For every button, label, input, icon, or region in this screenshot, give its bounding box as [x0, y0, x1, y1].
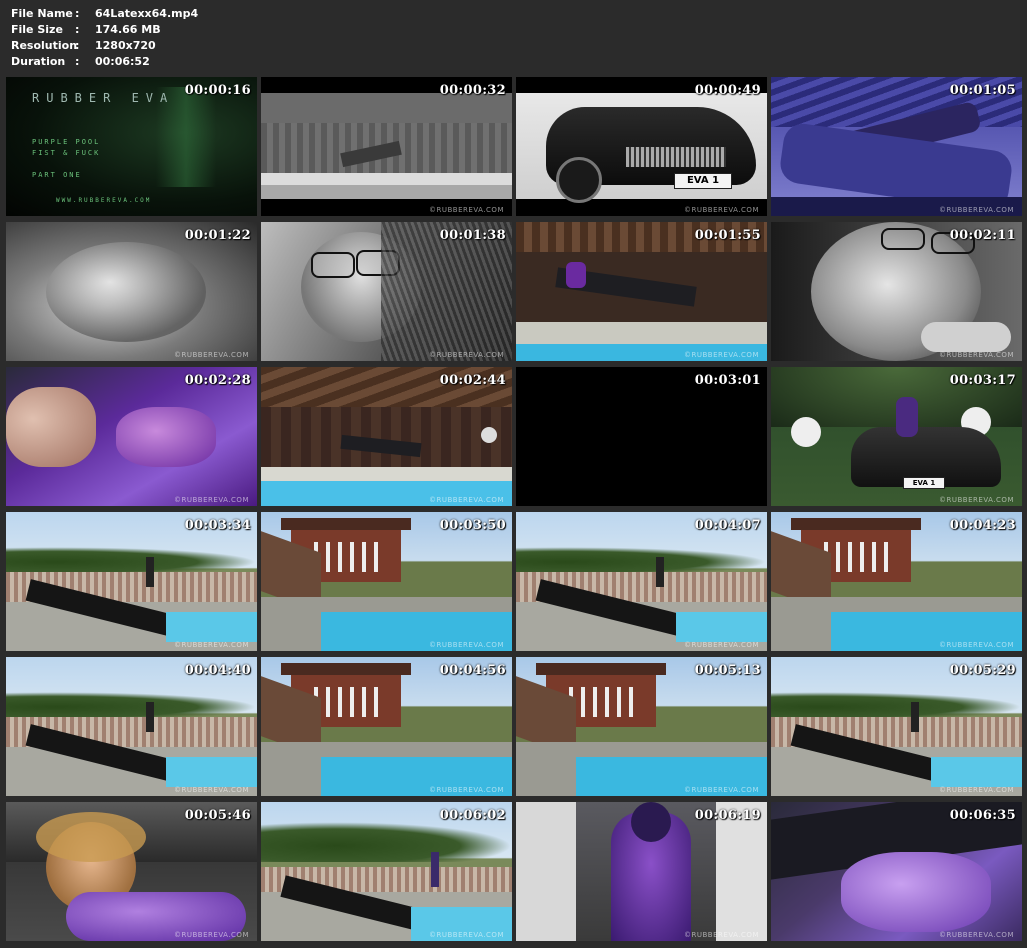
- separator: :: [75, 23, 80, 36]
- watermark: ©RUBBEREVA.COM: [939, 496, 1014, 504]
- file-info-panel: File Name : 64Latexx64.mp4 File Size : 1…: [11, 6, 198, 70]
- timestamp-label: 00:02:44: [439, 373, 506, 388]
- watermark: ©RUBBEREVA.COM: [174, 786, 249, 794]
- video-thumbnail: EVA 1 00:00:49 ©RUBBEREVA.COM: [516, 77, 767, 216]
- timestamp-label: 00:02:11: [949, 228, 1016, 243]
- timestamp-label: 00:02:28: [184, 373, 251, 388]
- video-thumbnail: 00:04:23 ©RUBBEREVA.COM: [771, 512, 1022, 651]
- timestamp-label: 00:03:34: [184, 518, 251, 533]
- video-thumbnail: 00:06:02 ©RUBBEREVA.COM: [261, 802, 512, 941]
- file-name-row: File Name : 64Latexx64.mp4: [11, 6, 198, 22]
- timestamp-label: 00:00:49: [694, 83, 761, 98]
- timestamp-label: 00:04:07: [694, 518, 761, 533]
- timestamp-label: 00:03:01: [694, 373, 761, 388]
- duration-label: Duration: [11, 55, 66, 68]
- watermark: ©RUBBEREVA.COM: [939, 786, 1014, 794]
- watermark: ©RUBBEREVA.COM: [429, 351, 504, 359]
- video-thumbnail: 00:01:05 ©RUBBEREVA.COM: [771, 77, 1022, 216]
- timestamp-label: 00:06:02: [439, 808, 506, 823]
- license-plate: EVA 1: [903, 477, 945, 489]
- watermark: ©RUBBEREVA.COM: [684, 786, 759, 794]
- separator: :: [75, 39, 80, 52]
- watermark: ©RUBBEREVA.COM: [684, 931, 759, 939]
- timestamp-label: 00:01:05: [949, 83, 1016, 98]
- video-thumbnail: EVA 1 00:03:17 ©RUBBEREVA.COM: [771, 367, 1022, 506]
- timestamp-label: 00:04:23: [949, 518, 1016, 533]
- watermark: ©RUBBEREVA.COM: [429, 641, 504, 649]
- watermark: ©RUBBEREVA.COM: [429, 206, 504, 214]
- video-thumbnail: RUBBER EVA PURPLE POOL FIST & FUCK PART …: [6, 77, 257, 216]
- video-thumbnail: 00:01:55 ©RUBBEREVA.COM: [516, 222, 767, 361]
- watermark: ©RUBBEREVA.COM: [429, 496, 504, 504]
- watermark: ©RUBBEREVA.COM: [939, 351, 1014, 359]
- title-card-title: RUBBER EVA: [32, 91, 175, 105]
- timestamp-label: 00:01:38: [439, 228, 506, 243]
- timestamp-label: 00:06:19: [694, 808, 761, 823]
- video-thumbnail: 00:06:35 ©RUBBEREVA.COM: [771, 802, 1022, 941]
- video-thumbnail: 00:04:56 ©RUBBEREVA.COM: [261, 657, 512, 796]
- timestamp-label: 00:06:35: [949, 808, 1016, 823]
- duration-row: Duration : 00:06:52: [11, 54, 198, 70]
- video-thumbnail: 00:03:50 ©RUBBEREVA.COM: [261, 512, 512, 651]
- title-card-url: WWW.RUBBEREVA.COM: [56, 197, 152, 204]
- timestamp-label: 00:04:56: [439, 663, 506, 678]
- watermark: ©RUBBEREVA.COM: [684, 206, 759, 214]
- video-thumbnail: 00:01:22 ©RUBBEREVA.COM: [6, 222, 257, 361]
- video-thumbnail: 00:02:11 ©RUBBEREVA.COM: [771, 222, 1022, 361]
- video-thumbnail: 00:04:07 ©RUBBEREVA.COM: [516, 512, 767, 651]
- thumbnail-grid: RUBBER EVA PURPLE POOL FIST & FUCK PART …: [6, 77, 1022, 941]
- video-thumbnail: 00:02:28 ©RUBBEREVA.COM: [6, 367, 257, 506]
- video-thumbnail: 00:01:38 ©RUBBEREVA.COM: [261, 222, 512, 361]
- timestamp-label: 00:01:22: [184, 228, 251, 243]
- video-thumbnail: 00:05:29 ©RUBBEREVA.COM: [771, 657, 1022, 796]
- timestamp-label: 00:00:16: [184, 83, 251, 98]
- license-plate: EVA 1: [674, 173, 732, 189]
- timestamp-label: 00:05:13: [694, 663, 761, 678]
- separator: :: [75, 7, 80, 20]
- watermark: ©RUBBEREVA.COM: [684, 641, 759, 649]
- video-thumbnail: 00:06:19 ©RUBBEREVA.COM: [516, 802, 767, 941]
- timestamp-label: 00:00:32: [439, 83, 506, 98]
- video-thumbnail: 00:05:46 ©RUBBEREVA.COM: [6, 802, 257, 941]
- video-thumbnail: 00:00:32 ©RUBBEREVA.COM: [261, 77, 512, 216]
- resolution-value: 1280x720: [95, 39, 156, 52]
- watermark: ©RUBBEREVA.COM: [174, 641, 249, 649]
- separator: :: [75, 55, 80, 68]
- watermark: ©RUBBEREVA.COM: [174, 931, 249, 939]
- timestamp-label: 00:03:50: [439, 518, 506, 533]
- title-card-subtitle: PURPLE POOL FIST & FUCK PART ONE: [32, 138, 101, 179]
- watermark: ©RUBBEREVA.COM: [429, 786, 504, 794]
- file-name-label: File Name: [11, 7, 73, 20]
- video-thumbnail: 00:05:13 ©RUBBEREVA.COM: [516, 657, 767, 796]
- file-size-label: File Size: [11, 23, 63, 36]
- video-thumbnail: 00:04:40 ©RUBBEREVA.COM: [6, 657, 257, 796]
- file-size-value: 174.66 MB: [95, 23, 161, 36]
- timestamp-label: 00:05:46: [184, 808, 251, 823]
- file-size-row: File Size : 174.66 MB: [11, 22, 198, 38]
- watermark: ©RUBBEREVA.COM: [684, 351, 759, 359]
- file-name-value: 64Latexx64.mp4: [95, 7, 199, 20]
- timestamp-label: 00:04:40: [184, 663, 251, 678]
- watermark: ©RUBBEREVA.COM: [939, 206, 1014, 214]
- video-thumbnail: 00:03:34 ©RUBBEREVA.COM: [6, 512, 257, 651]
- watermark: ©RUBBEREVA.COM: [939, 641, 1014, 649]
- timestamp-label: 00:03:17: [949, 373, 1016, 388]
- watermark: ©RUBBEREVA.COM: [939, 931, 1014, 939]
- resolution-label: Resolution: [11, 39, 78, 52]
- watermark: ©RUBBEREVA.COM: [174, 496, 249, 504]
- timestamp-label: 00:01:55: [694, 228, 761, 243]
- duration-value: 00:06:52: [95, 55, 150, 68]
- timestamp-label: 00:05:29: [949, 663, 1016, 678]
- watermark: ©RUBBEREVA.COM: [174, 351, 249, 359]
- resolution-row: Resolution : 1280x720: [11, 38, 198, 54]
- video-thumbnail: 00:03:01: [516, 367, 767, 506]
- video-thumbnail: 00:02:44 ©RUBBEREVA.COM: [261, 367, 512, 506]
- watermark: ©RUBBEREVA.COM: [429, 931, 504, 939]
